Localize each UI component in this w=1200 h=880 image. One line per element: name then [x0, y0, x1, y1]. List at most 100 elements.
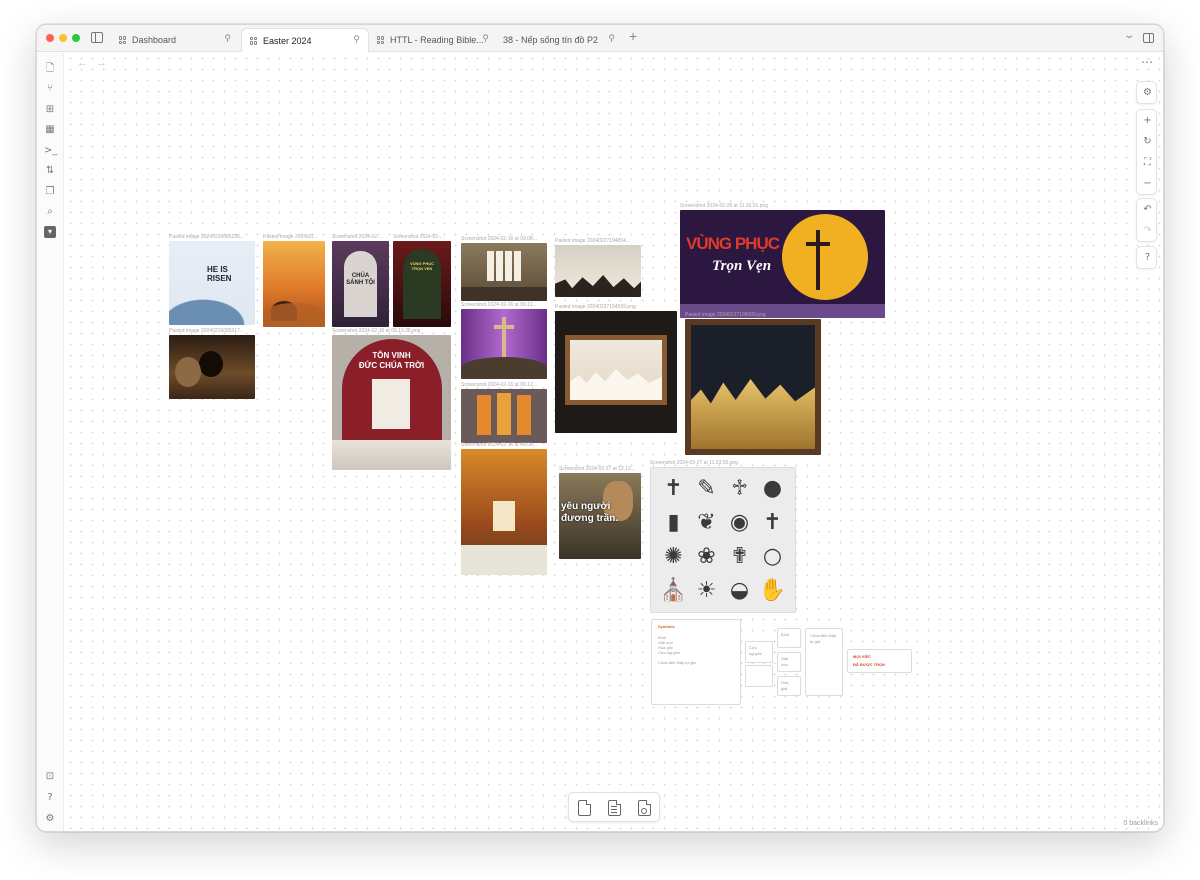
calendar-icon[interactable]: ▦	[44, 124, 56, 136]
new-note-icon[interactable]	[578, 800, 591, 816]
image-node-vung-phuc-banner[interactable]: Screenshot 2024-02-29 at 11.36.01.png VÙ…	[680, 203, 885, 318]
backlinks-count[interactable]: 0 backlinks	[1123, 820, 1158, 827]
pin-icon[interactable]: ⚲	[353, 34, 360, 45]
new-tab-button[interactable]: +	[629, 28, 637, 44]
pin-icon[interactable]: ⚲	[482, 33, 489, 44]
pin-icon[interactable]: ⚲	[608, 33, 615, 44]
image-text: VÙNG PHỤC TRỌN VẸN	[409, 261, 434, 271]
image-node-nativity-silhouette[interactable]: Pasted image 20240227194854...	[555, 238, 641, 297]
reset-icon[interactable]: ↻	[1137, 131, 1158, 152]
canvas-tab-icon	[250, 36, 258, 45]
card-line: Cứu nguyên	[658, 650, 681, 655]
tab-list-chevron-icon[interactable]: ⌄	[1123, 30, 1135, 41]
card-text: Chúa đến thập tự giá	[810, 633, 837, 644]
small-card[interactable]: Cứu nguyên	[745, 641, 773, 663]
fit-icon[interactable]: ⛶	[1137, 152, 1158, 173]
vung-phuc-banner-image: VÙNG PHỤC Trọn Vẹn	[680, 210, 885, 318]
image-node-vung-phuc-small[interactable]: Screenshot 2024-02-... VÙNG PHỤC TRỌN VẸ…	[393, 234, 451, 327]
image-node-church-stage[interactable]: Screenshot 2024-02-16 at 09.06...	[461, 442, 547, 575]
pin-icon[interactable]: ⚲	[224, 33, 231, 44]
card-text: Hòa giải	[781, 680, 789, 691]
sunrise-tomb-image	[263, 241, 325, 327]
card-text: ĐÃ ĐƯỢC TRỌN	[853, 662, 885, 667]
zoom-out-icon[interactable]: −	[1137, 173, 1158, 194]
small-card[interactable]: Hòa giải	[777, 676, 801, 696]
nav-arrows: ←→	[77, 57, 115, 69]
shadow-box-day-image	[555, 311, 677, 433]
image-node-shadow-box-day[interactable]: Pasted image 20240227194559.png	[555, 304, 677, 433]
image-node-ton-vinh[interactable]: Screenshot 2024-02-16 at 09.10.38.png TÔ…	[332, 328, 451, 470]
vault-icon[interactable]: ⊡	[44, 771, 56, 783]
settings-icon[interactable]: ⚙	[1137, 82, 1158, 103]
maximize-window-button[interactable]	[72, 34, 80, 42]
card-text: Bình	[781, 632, 790, 637]
forward-arrow-icon[interactable]: →	[96, 57, 115, 69]
canvas-tab-icon	[119, 36, 127, 44]
image-node-easter-symbols[interactable]: Screenshot 2024-02-27 at 11.53.50.png ✝ ✎…	[650, 460, 796, 613]
tab-label: Easter 2024	[263, 35, 312, 46]
search-icon[interactable]: ⌕	[44, 206, 56, 218]
sliders-icon[interactable]: ⇅	[44, 165, 56, 177]
close-window-button[interactable]	[46, 34, 54, 42]
image-text: yêu người đương trần.	[561, 501, 619, 524]
shadow-box-night-image	[685, 319, 821, 455]
extension-icon[interactable]: ▾	[44, 226, 56, 238]
image-node-empty-tomb[interactable]: Pasted image 20240216085317...	[169, 328, 255, 399]
minimize-window-button[interactable]	[59, 34, 67, 42]
node-caption: Pasted image 20240216085317...	[169, 328, 245, 334]
new-media-icon[interactable]	[638, 800, 651, 816]
tab-nep-song-tin-do[interactable]: 38 - Nếp sống tín đồ P2 ⚲	[495, 28, 623, 52]
terminal-icon[interactable]: >_	[44, 145, 57, 157]
small-card[interactable]: Giải cứu	[777, 652, 801, 672]
node-caption: Pasted image 20240227194854...	[555, 238, 631, 244]
help-icon[interactable]: ?	[1137, 247, 1158, 268]
canvas-bottom-toolbar	[568, 792, 660, 822]
image-node-sunrise-tomb[interactable]: Pasted image 202402l...	[263, 234, 325, 327]
image-node-photo-wall[interactable]: Screenshot 2024-02-16 at 09.08...	[461, 236, 547, 301]
node-caption: Screenshot 2024-02-16 at 09.11...	[461, 302, 537, 308]
easter-symbols-image: ✝ ✎ ♱ ● ▮ ❦ ◉ ✝ ✺ ❀ ✟ ○ ⛪ ☀ ◒ ✋	[650, 467, 796, 613]
node-caption: Screenshot 2024-02-27 at 12.13...	[559, 466, 635, 472]
canvas-help-group: ?	[1136, 246, 1157, 269]
copy-icon[interactable]: ❐	[44, 186, 56, 198]
right-sidebar-toggle-icon[interactable]	[1143, 33, 1154, 43]
small-card-empty[interactable]	[745, 665, 773, 687]
card-footer: Chúa đến thập tự giá	[658, 660, 696, 665]
tab-httl-reading-bible[interactable]: HTTL - Reading Bible... ⚲	[369, 28, 497, 52]
empty-tomb-image	[169, 335, 255, 399]
photo-wall-image	[461, 243, 547, 301]
settings-icon[interactable]: ⚙	[44, 813, 56, 825]
help-icon[interactable]: ?	[44, 792, 56, 804]
file-icon[interactable]: 🗋	[44, 63, 56, 75]
image-node-purple-cross[interactable]: Screenshot 2024-02-16 at 09.11...	[461, 302, 547, 379]
more-options-icon[interactable]: ⋯	[1141, 55, 1153, 69]
image-text: Trọn Vẹn	[712, 258, 772, 274]
new-text-icon[interactable]	[608, 800, 621, 816]
left-sidebar-toggle-icon[interactable]	[91, 32, 103, 43]
undo-icon[interactable]: ↶	[1137, 199, 1158, 220]
back-arrow-icon[interactable]: ←	[77, 57, 96, 69]
node-caption: Pasted image 20240216085236...	[169, 234, 245, 240]
zoom-controls: + ↻ ⛶ −	[1136, 109, 1157, 195]
image-node-three-crosses[interactable]: Screenshot 2024-02-16 at 09.12...	[461, 382, 547, 443]
tab-easter-2024[interactable]: Easter 2024 ⚲	[241, 28, 369, 52]
tab-dashboard[interactable]: Dashboard ⚲	[111, 28, 239, 52]
canvas-view[interactable]: ←→ ⋯ ⚙ + ↻ ⛶ − ↶ ↷ ? Pasted image 202402…	[65, 53, 1163, 831]
tab-label: 38 - Nếp sống tín đồ P2	[503, 35, 599, 45]
canvas-icon[interactable]: ⊞	[44, 104, 56, 116]
image-text: TÔN VINH ĐỨC CHÚA TRỜI	[358, 351, 425, 370]
graph-icon[interactable]: ⑂	[44, 83, 56, 95]
image-node-chua-sanh-toi[interactable]: Screenshot 2024-02-... CHÚA SÁNH TỘI	[332, 234, 389, 327]
image-node-he-is-risen[interactable]: Pasted image 20240216085236... HE IS RIS…	[169, 234, 255, 325]
zoom-in-icon[interactable]: +	[1137, 110, 1158, 131]
tab-label: HTTL - Reading Bible...	[390, 35, 484, 45]
moi-viec-card[interactable]: MỌI VIỆC ĐÃ ĐƯỢC TRỌN	[847, 649, 912, 673]
small-card[interactable]: Bình	[777, 628, 801, 648]
symbols-card[interactable]: Symbols Bình Giải cứu Hòa giải Cứu nguyê…	[651, 619, 741, 705]
tab-bar: Dashboard ⚲ Easter 2024 ⚲ HTTL - Reading…	[37, 25, 1163, 52]
tall-card[interactable]: Chúa đến thập tự giá	[805, 628, 843, 696]
image-node-yeu-nguoi[interactable]: Screenshot 2024-02-27 at 12.13... yêu ng…	[559, 466, 641, 559]
image-node-shadow-box-night[interactable]: Pasted image 20240227195009.png	[685, 312, 821, 455]
redo-icon[interactable]: ↷	[1137, 220, 1158, 241]
node-caption: Screenshot 2024-02-29 at 11.36.01.png	[680, 203, 769, 209]
